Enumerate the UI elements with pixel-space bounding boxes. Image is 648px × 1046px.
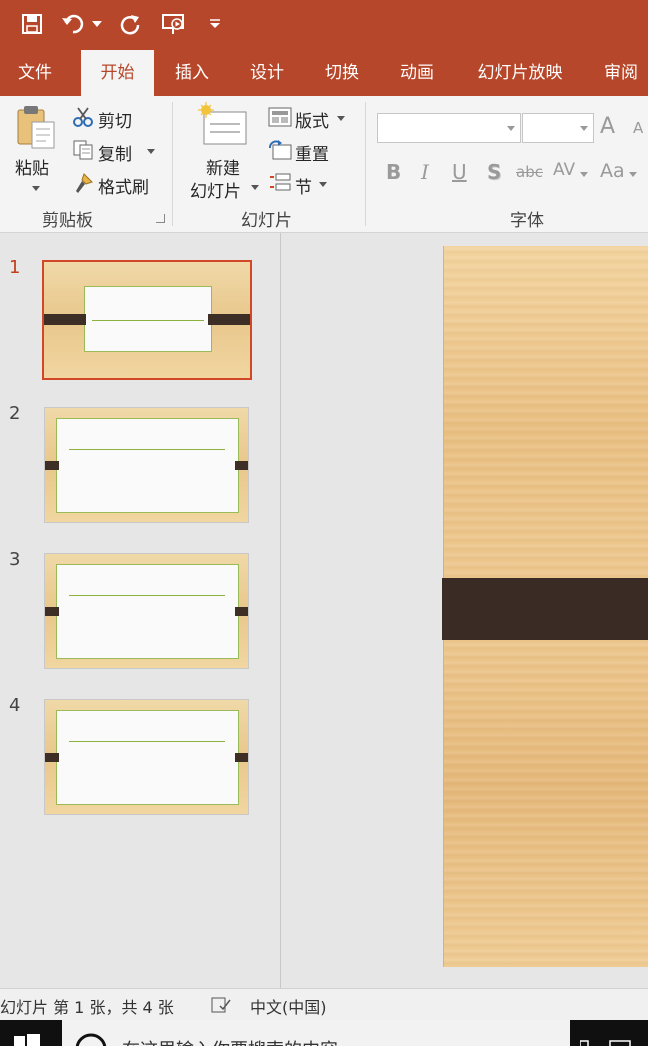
save-icon[interactable] xyxy=(18,10,46,38)
present-from-start-icon[interactable] xyxy=(160,10,188,38)
dialog-launcher-icon[interactable] xyxy=(156,214,165,223)
taskbar-search-box[interactable]: 在这里输入你要搜索的内容 xyxy=(62,1020,570,1046)
title-line xyxy=(92,320,204,321)
tray-icon xyxy=(579,1040,631,1046)
tab-transitions[interactable]: 切换 xyxy=(311,50,373,96)
search-icon xyxy=(75,1033,107,1046)
shadow-button[interactable]: S xyxy=(487,160,501,184)
change-case-dropdown-icon[interactable] xyxy=(629,172,637,177)
format-painter-icon[interactable] xyxy=(72,172,94,194)
layout-icon[interactable] xyxy=(268,107,292,127)
slide-count-status[interactable]: 幻灯片 第 1 张，共 4 张 xyxy=(0,994,174,1018)
cut-button[interactable]: 剪切 xyxy=(98,107,132,132)
chevron-down-icon[interactable] xyxy=(507,126,515,131)
windows-logo-icon xyxy=(14,1034,40,1046)
band-left xyxy=(45,607,59,616)
paste-dropdown-icon[interactable] xyxy=(32,186,40,191)
slide-thumbnails-pane: 1 2 3 4 xyxy=(0,233,281,988)
slide-thumbnail-2[interactable] xyxy=(44,407,249,523)
start-button[interactable] xyxy=(0,1020,60,1046)
cut-icon[interactable] xyxy=(72,106,94,128)
band-right xyxy=(235,753,248,762)
new-slide-label-1[interactable]: 新建 xyxy=(206,154,240,179)
copy-icon[interactable] xyxy=(72,139,94,161)
copy-button[interactable]: 复制 xyxy=(98,140,132,165)
change-case-button[interactable]: Aa xyxy=(600,160,625,182)
slide-thumbnail-4[interactable] xyxy=(44,699,249,815)
slide-dark-band[interactable] xyxy=(442,578,648,640)
strikethrough-button[interactable]: abc xyxy=(516,163,543,181)
slide-number: 4 xyxy=(9,695,21,716)
section-dropdown-icon[interactable] xyxy=(319,182,327,187)
group-separator xyxy=(365,102,366,226)
spell-check-icon[interactable] xyxy=(211,997,231,1013)
section-button[interactable]: 节 xyxy=(295,173,312,198)
tab-insert[interactable]: 插入 xyxy=(160,50,224,96)
underline-button[interactable]: U xyxy=(452,160,467,184)
tab-animations[interactable]: 动画 xyxy=(386,50,448,96)
slide-number: 1 xyxy=(9,257,21,278)
layout-dropdown-icon[interactable] xyxy=(337,116,345,121)
reset-icon[interactable] xyxy=(268,140,292,160)
quick-access-toolbar xyxy=(0,0,648,50)
reset-button[interactable]: 重置 xyxy=(295,140,329,165)
format-painter-button[interactable]: 格式刷 xyxy=(98,173,149,198)
layout-button[interactable]: 版式 xyxy=(295,107,329,132)
undo-icon[interactable] xyxy=(60,10,88,38)
slides-group-title: 幻灯片 xyxy=(241,211,292,231)
bold-button[interactable]: B xyxy=(386,160,401,184)
band-right xyxy=(208,314,250,325)
title-line xyxy=(69,741,225,742)
band-right xyxy=(235,607,248,616)
windows-taskbar: 在这里输入你要搜索的内容 xyxy=(0,1020,648,1046)
slide-number: 2 xyxy=(9,403,21,424)
band-left xyxy=(45,461,59,470)
slide-thumbnail-3[interactable] xyxy=(44,553,249,669)
font-name-combo[interactable] xyxy=(377,113,521,143)
title-line xyxy=(69,595,225,596)
font-size-combo[interactable] xyxy=(522,113,594,143)
ribbon-home: 粘贴 剪切 复制 格式刷 剪贴板 新建 幻灯片 版式 重置 节 幻灯片 A A … xyxy=(0,96,648,233)
shrink-font-button[interactable]: A xyxy=(633,119,643,137)
undo-dropdown-icon[interactable] xyxy=(90,10,104,38)
group-separator xyxy=(172,102,173,226)
title-line xyxy=(69,449,225,450)
section-icon[interactable] xyxy=(268,173,292,193)
slide-card xyxy=(56,418,239,513)
slide-card xyxy=(56,564,239,659)
tab-design[interactable]: 设计 xyxy=(236,50,298,96)
tab-file[interactable]: 文件 xyxy=(0,50,70,96)
clipboard-group-title: 剪贴板 xyxy=(42,211,93,231)
status-bar: 幻灯片 第 1 张，共 4 张 中文(中国) xyxy=(0,988,648,1020)
paste-label[interactable]: 粘贴 xyxy=(15,154,49,179)
new-slide-icon[interactable] xyxy=(198,102,248,148)
band-left xyxy=(45,753,59,762)
language-status[interactable]: 中文(中国) xyxy=(250,994,327,1018)
tab-review[interactable]: 审阅 xyxy=(590,50,648,96)
taskbar-tray[interactable] xyxy=(579,1034,640,1046)
new-slide-label-2[interactable]: 幻灯片 xyxy=(190,177,241,202)
italic-button[interactable]: I xyxy=(421,160,429,184)
slide-card xyxy=(56,710,239,805)
tab-slideshow[interactable]: 幻灯片放映 xyxy=(466,50,574,96)
search-placeholder: 在这里输入你要搜索的内容 xyxy=(122,1036,338,1046)
copy-dropdown-icon[interactable] xyxy=(147,149,155,154)
slide-number: 3 xyxy=(9,549,21,570)
new-slide-dropdown-icon[interactable] xyxy=(251,185,259,190)
paste-icon[interactable] xyxy=(12,104,58,150)
font-group-title: 字体 xyxy=(510,211,544,231)
slide-thumbnail-1[interactable] xyxy=(42,260,252,380)
slide-card xyxy=(84,286,212,352)
grow-font-button[interactable]: A xyxy=(600,114,615,139)
band-right xyxy=(235,461,248,470)
redo-icon[interactable] xyxy=(116,10,144,38)
customize-qat-icon[interactable] xyxy=(204,10,226,38)
chevron-down-icon[interactable] xyxy=(580,126,588,131)
ribbon-tabs: 文件 开始 插入 设计 切换 动画 幻灯片放映 审阅 xyxy=(0,50,648,96)
char-spacing-button[interactable]: AV xyxy=(553,160,575,180)
char-spacing-dropdown-icon[interactable] xyxy=(580,172,588,177)
tab-home[interactable]: 开始 xyxy=(81,50,154,96)
band-left xyxy=(44,314,86,325)
